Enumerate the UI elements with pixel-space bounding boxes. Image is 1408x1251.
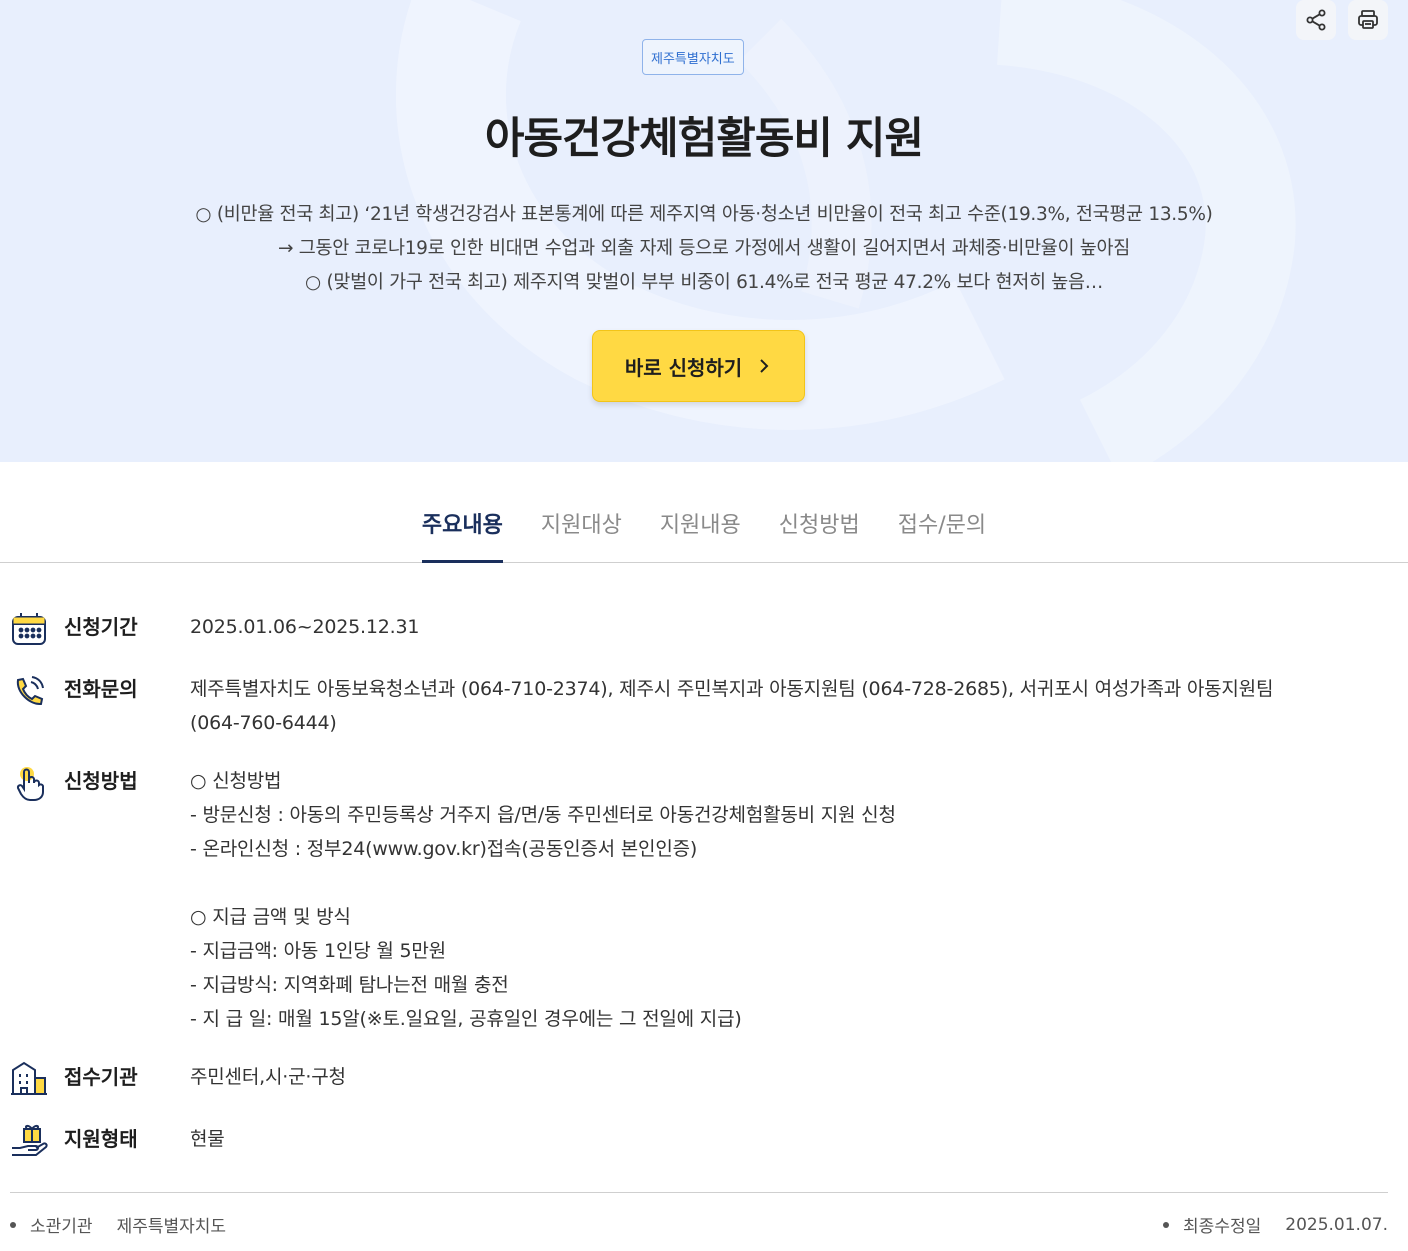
info-row-period: 신청기간 2025.01.06~2025.12.31 <box>10 610 1390 648</box>
info-label: 전화문의 <box>64 677 138 701</box>
page-footer: 소관기관 제주특별자치도 최종수정일 2025.01.07. <box>10 1212 1388 1237</box>
print-icon <box>1358 10 1378 29</box>
info-value: ○ 신청방법 - 방문신청 : 아동의 주민등록상 거주지 읍/면/동 주민센터… <box>190 764 1390 1036</box>
tab-support-details[interactable]: 지원내용 <box>660 462 741 562</box>
tab-how-to-apply[interactable]: 신청방법 <box>779 462 860 562</box>
info-value-line: (064-760-6444) <box>190 712 337 734</box>
page-title: 아동건강체험활동비 지원 <box>484 114 924 164</box>
gift-hand-icon <box>10 1122 48 1160</box>
info-value: 현물 <box>190 1128 225 1150</box>
footer-divider <box>10 1192 1388 1193</box>
chevron-right-icon <box>760 359 769 373</box>
info-value: 2025.01.06~2025.12.31 <box>190 616 420 638</box>
info-value: 주민센터,시·군·구청 <box>190 1066 346 1088</box>
phone-icon <box>10 672 48 710</box>
info-row-method: 신청방법 ○ 신청방법 - 방문신청 : 아동의 주민등록상 거주지 읍/면/동… <box>10 764 1390 1036</box>
info-value-line: - 방문신청 : 아동의 주민등록상 거주지 읍/면/동 주민센터로 아동건강체… <box>190 804 896 826</box>
info-value-line: - 온라인신청 : 정부24(www.gov.kr)접속(공동인증서 본인인증) <box>190 838 698 860</box>
share-button[interactable] <box>1296 0 1336 40</box>
pointer-hand-icon <box>10 764 48 802</box>
hero-banner: 제주특별자치도 아동건강체험활동비 지원 ○ (비만율 전국 최고) ‘21년 … <box>0 0 1408 462</box>
info-value-line: - 지급금액: 아동 1인당 월 5만원 <box>190 940 446 962</box>
info-value-line: 제주특별자치도 아동보육청소년과 (064-710-2374), 제주시 주민복… <box>190 678 1274 700</box>
info-value-line: ○ 지급 금액 및 방식 <box>190 906 351 928</box>
apply-now-label: 바로 신청하기 <box>624 355 743 380</box>
building-icon <box>10 1060 48 1098</box>
summary-text: ○ (비만율 전국 최고) ‘21년 학생건강검사 표본통계에 따른 제주지역 … <box>100 198 1308 300</box>
section-tabs: 주요내용 지원대상 지원내용 신청방법 접수/문의 <box>0 462 1408 563</box>
footer-org: 소관기관 제주특별자치도 <box>10 1212 226 1237</box>
footer-org-value: 제주특별자치도 <box>116 1217 227 1237</box>
info-label: 접수기관 <box>64 1065 138 1089</box>
info-list: 신청기간 2025.01.06~2025.12.31 전화문의 제주특별자치도 … <box>10 610 1390 1184</box>
footer-updated-value: 2025.01.07. <box>1285 1214 1388 1235</box>
print-button[interactable] <box>1348 0 1388 40</box>
info-value-line: ○ 신청방법 <box>190 770 282 792</box>
tab-main-content[interactable]: 주요내용 <box>421 462 503 563</box>
share-icon <box>1306 9 1326 31</box>
apply-now-button[interactable]: 바로 신청하기 <box>592 330 805 402</box>
tab-eligibility[interactable]: 지원대상 <box>541 462 622 562</box>
info-row-support-type: 지원형태 현물 <box>10 1122 1390 1160</box>
calendar-icon <box>10 610 48 648</box>
info-row-agency: 접수기관 주민센터,시·군·구청 <box>10 1060 1390 1098</box>
footer-org-key: 소관기관 <box>30 1217 93 1237</box>
bullet-icon <box>1163 1221 1170 1228</box>
tab-contact[interactable]: 접수/문의 <box>898 462 986 562</box>
info-label: 신청기간 <box>64 615 138 639</box>
info-row-phone: 전화문의 제주특별자치도 아동보육청소년과 (064-710-2374), 제주… <box>10 672 1390 740</box>
info-value-line: - 지 급 일: 매월 15알(※토.일요일, 공휴일인 경우에는 그 전일에 … <box>190 1008 742 1030</box>
info-label: 지원형태 <box>64 1127 138 1151</box>
summary-line: → 그동안 코로나19로 인한 비대면 수업과 외출 자제 등으로 가정에서 생… <box>278 238 1130 259</box>
footer-updated: 최종수정일 2025.01.07. <box>1163 1212 1388 1237</box>
info-value: 제주특별자치도 아동보육청소년과 (064-710-2374), 제주시 주민복… <box>190 672 1390 740</box>
bullet-icon <box>10 1221 16 1228</box>
footer-updated-key: 최종수정일 <box>1183 1217 1262 1237</box>
org-badge: 제주특별자치도 <box>642 39 744 75</box>
info-value-line: - 지급방식: 지역화폐 탐나는전 매월 충전 <box>190 974 509 996</box>
summary-line: ○ (비만율 전국 최고) ‘21년 학생건강검사 표본통계에 따른 제주지역 … <box>195 204 1213 225</box>
info-value-line <box>190 866 1390 900</box>
summary-line: ○ (맞벌이 가구 전국 최고) 제주지역 맞벌이 부부 비중이 61.4%로 … <box>305 272 1103 293</box>
info-label: 신청방법 <box>64 769 138 793</box>
